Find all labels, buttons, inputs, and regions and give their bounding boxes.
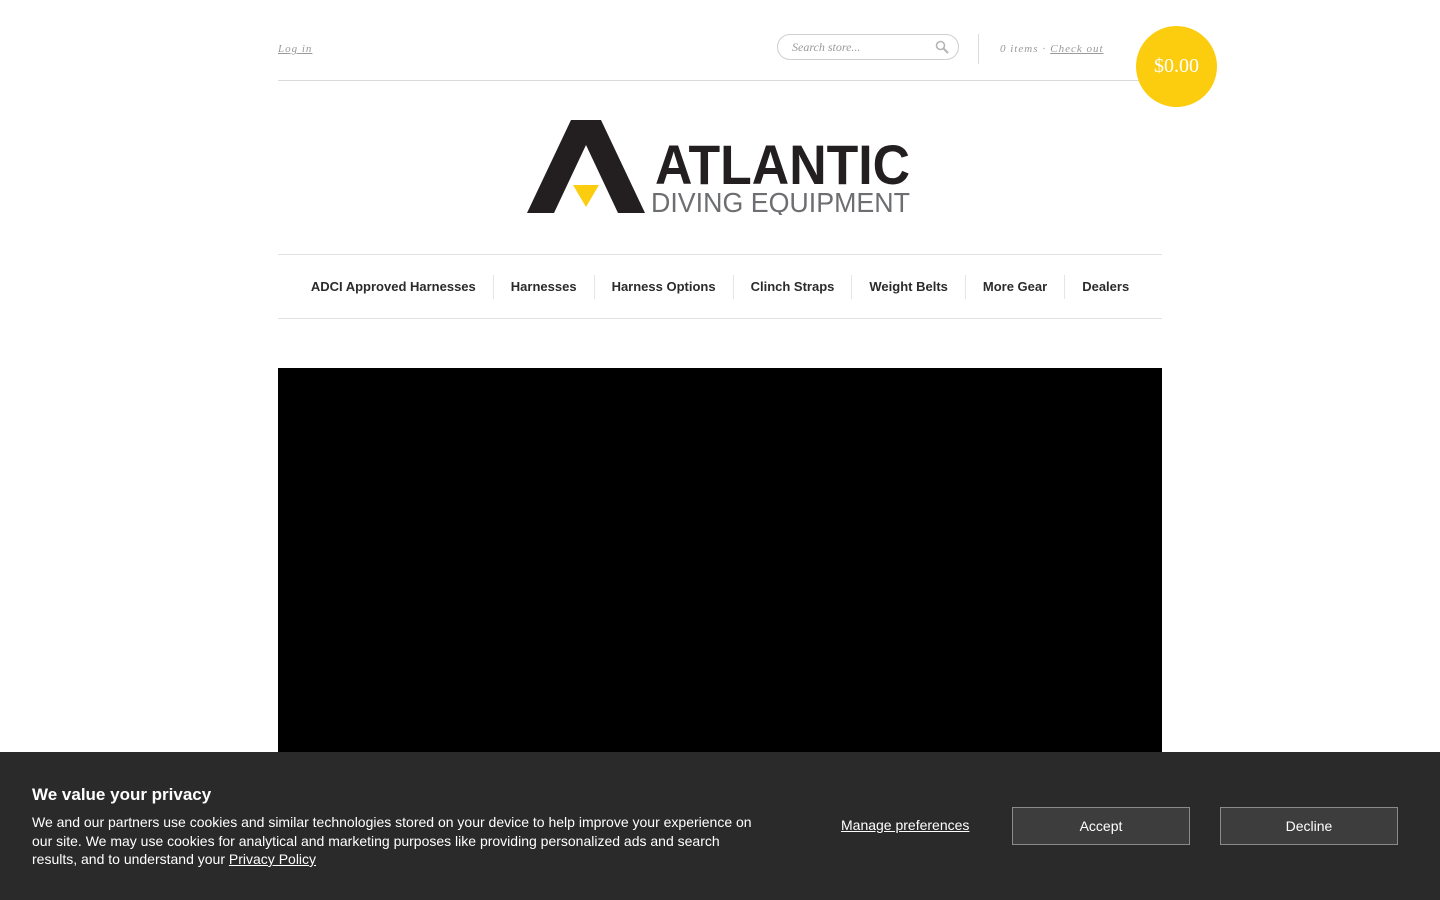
cookie-banner-title: We value your privacy [32, 785, 212, 804]
login-link[interactable]: Log in [278, 43, 312, 55]
search-icon[interactable] [935, 40, 949, 54]
decline-cookies-button[interactable]: Decline [1220, 807, 1398, 845]
main-navigation: ADCI Approved Harnesses Harnesses Harnes… [278, 254, 1162, 319]
nav-item-weight-belts[interactable]: Weight Belts [851, 274, 965, 299]
nav-item-dealers[interactable]: Dealers [1064, 274, 1146, 299]
cookie-banner-body: We and our partners use cookies and simi… [32, 814, 752, 867]
privacy-policy-link[interactable]: Privacy Policy [229, 851, 316, 867]
manage-preferences-link[interactable]: Manage preferences [841, 817, 969, 833]
search-box [777, 34, 959, 60]
cookie-consent-banner: We value your privacy We and our partner… [0, 752, 1440, 900]
nav-item-harness-options[interactable]: Harness Options [593, 274, 733, 299]
header-divider [978, 34, 979, 64]
checkout-link[interactable]: Check out [1050, 43, 1103, 55]
cart-status: 0 items · Check out [1000, 43, 1104, 55]
nav-item-clinch-straps[interactable]: Clinch Straps [732, 274, 852, 299]
nav-item-more-gear[interactable]: More Gear [964, 274, 1064, 299]
accept-cookies-button[interactable]: Accept [1012, 807, 1190, 845]
cart-items-count: 0 items [1000, 43, 1039, 55]
cart-total-button[interactable]: $0.00 [1136, 26, 1217, 107]
logo-text-subtitle: DIVING EQUIPMENT [651, 187, 910, 215]
cookie-banner-text: We and our partners use cookies and simi… [32, 813, 767, 869]
search-input[interactable] [792, 39, 932, 56]
nav-item-harnesses[interactable]: Harnesses [492, 274, 594, 299]
cart-separator: · [1042, 43, 1047, 55]
header-top-bar: Log in 0 items·Check out [278, 0, 1162, 81]
nav-item-adci-approved-harnesses[interactable]: ADCI Approved Harnesses [294, 275, 493, 299]
site-logo[interactable]: ATLANTIC DIVING EQUIPMENT [527, 118, 912, 218]
hero-video[interactable] [278, 368, 1162, 768]
